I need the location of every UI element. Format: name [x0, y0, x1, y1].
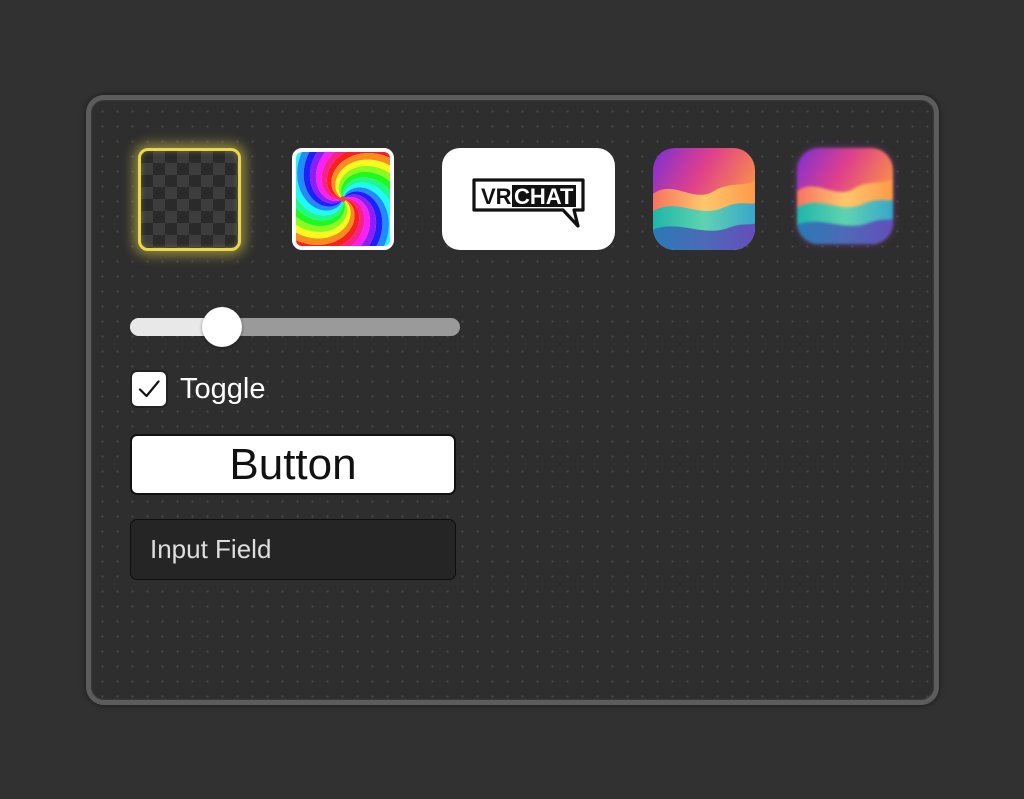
vrchat-logo[interactable]: VR CHAT — [442, 148, 615, 250]
slider-thumb[interactable] — [202, 307, 243, 347]
toggle[interactable]: Toggle — [130, 368, 265, 410]
checkmark-icon — [138, 380, 160, 398]
button[interactable]: Button — [130, 434, 456, 495]
gradient-wave-icon[interactable] — [797, 148, 893, 244]
vrchat-logo-text-chat: CHAT — [514, 184, 574, 209]
demo-panel: VR CHAT Toggle Button Input Field — [86, 95, 939, 705]
checkerboard-transparent-icon[interactable] — [138, 148, 241, 251]
swirl-center — [340, 196, 346, 202]
slider[interactable] — [130, 307, 460, 347]
rainbow-swirl-icon[interactable] — [292, 148, 394, 250]
gradient-wave-icon[interactable] — [653, 148, 755, 250]
toggle-label: Toggle — [180, 372, 266, 405]
input-field[interactable]: Input Field — [130, 519, 456, 580]
toggle-checkbox[interactable] — [130, 370, 168, 408]
vrchat-logo-text-vr: VR — [481, 184, 512, 209]
